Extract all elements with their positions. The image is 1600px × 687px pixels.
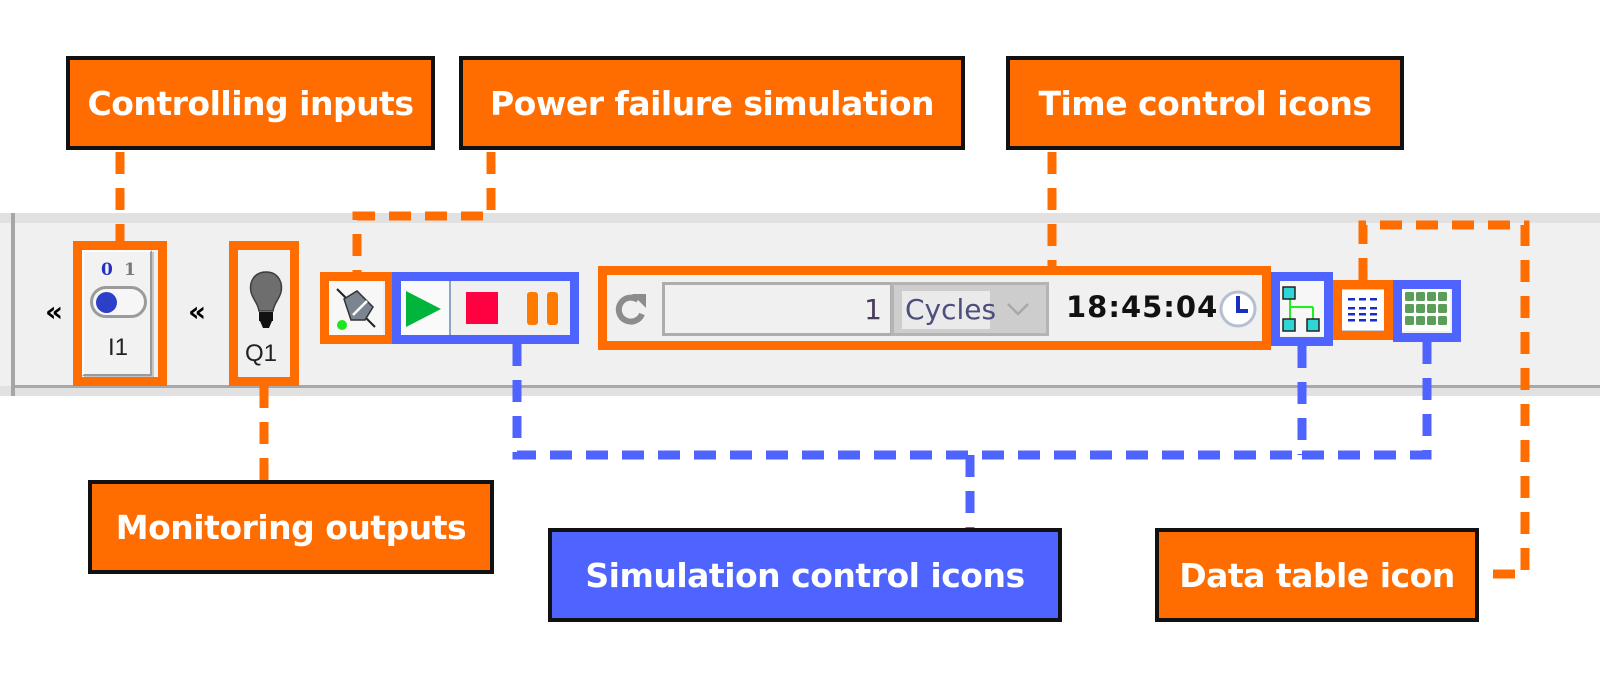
grid-view-highlight bbox=[1393, 280, 1461, 342]
monitoring-outputs-highlight bbox=[229, 241, 299, 386]
callout-time-control: Time control icons bbox=[1006, 56, 1404, 150]
controlling-inputs-highlight bbox=[73, 241, 167, 386]
callout-power-failure: Power failure simulation bbox=[459, 56, 965, 150]
time-control-highlight bbox=[598, 266, 1271, 350]
callout-monitoring-outputs: Monitoring outputs bbox=[88, 480, 494, 574]
collapse-inputs-button[interactable]: « bbox=[45, 298, 63, 326]
run-controls-highlight bbox=[392, 272, 579, 344]
toolbar-left-edge bbox=[11, 213, 15, 396]
power-failure-highlight bbox=[320, 272, 394, 344]
data-table-highlight bbox=[1333, 280, 1393, 340]
callout-data-table: Data table icon bbox=[1155, 528, 1479, 622]
network-view-highlight bbox=[1271, 272, 1333, 346]
collapse-outputs-button[interactable]: « bbox=[188, 298, 206, 326]
callout-simulation-control: Simulation control icons bbox=[548, 528, 1062, 622]
callout-controlling-inputs: Controlling inputs bbox=[66, 56, 435, 150]
